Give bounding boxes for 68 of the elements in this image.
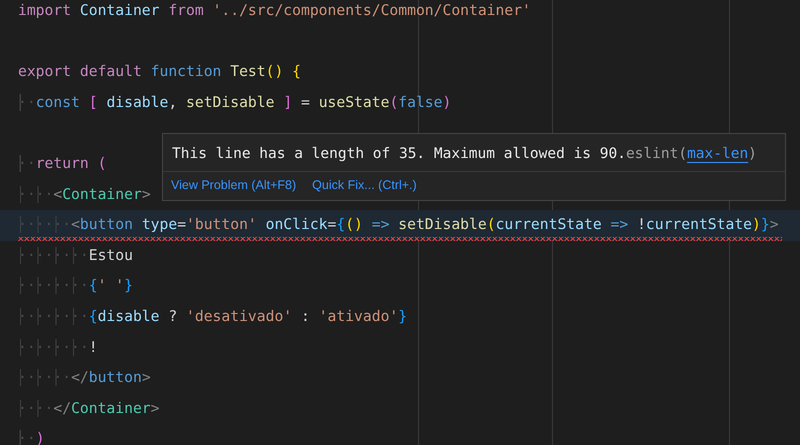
code-punctuation: < (53, 186, 62, 203)
code-identifier: disable (106, 94, 168, 111)
code-bracket: { (336, 216, 346, 234)
code-bracket: () (345, 216, 364, 234)
code-text: = (328, 216, 336, 234)
code-bracket: { (88, 277, 98, 294)
code-tag-name: Container (71, 400, 151, 417)
code-bracket: } (124, 277, 133, 294)
code-identifier: currentState (646, 216, 752, 234)
code-keyword: button (88, 369, 142, 386)
code-bracket: ( (98, 154, 106, 172)
code-keyword: const (36, 94, 81, 111)
code-string: 'desativado' (186, 308, 294, 325)
code-keyword: from (168, 2, 205, 19)
code-text: ? (168, 308, 178, 325)
code-bracket: () { (266, 63, 301, 80)
lint-message: This line has a length of 35. Maximum allowed is 90. (172, 146, 626, 162)
code-identifier: Container (80, 2, 160, 19)
code-bracket: ( (486, 216, 496, 234)
code-bracket: } (760, 216, 770, 234)
code-punctuation: > (142, 369, 151, 386)
code-bracket: } (398, 308, 408, 325)
code-string: '../src/components/Common/Container' (212, 2, 531, 19)
code-text: = (177, 216, 186, 234)
code-function: Test (230, 63, 266, 80)
code-text: , (168, 94, 178, 111)
code-string: 'ativado' (318, 308, 398, 325)
code-keyword: return (36, 154, 90, 172)
hover-action-link[interactable]: Quick Fix... (Ctrl+.) (312, 178, 417, 192)
code-identifier: onClick (266, 216, 328, 234)
code-string: 'button' (186, 216, 258, 234)
code-identifier: disable (98, 308, 160, 325)
code-text: Estou (88, 246, 133, 264)
code-string: ' ' (98, 277, 124, 294)
code-bracket: ) (752, 216, 761, 234)
hover-action-link[interactable]: View Problem (Alt+F8) (171, 178, 296, 192)
lint-source: eslint( (626, 146, 688, 162)
code-bracket: ( (389, 94, 398, 111)
rule-link[interactable]: max-len (687, 146, 748, 162)
code-keyword: function (150, 63, 222, 80)
code-keyword: => (610, 216, 630, 234)
code-tag-name: Container (62, 186, 142, 203)
code-text: = (301, 94, 311, 111)
code-function: useState (318, 94, 390, 111)
code-text: ! (88, 338, 98, 356)
code-keyword: => (372, 216, 390, 234)
code-punctuation: > (142, 186, 151, 203)
code-identifier: currentState (496, 216, 603, 234)
code-text: : (301, 308, 311, 325)
lint-source: ) (748, 146, 757, 162)
code-keyword: button (80, 216, 134, 234)
code-punctuation: </ (53, 400, 72, 417)
code-bracket: ] (283, 94, 294, 111)
code-keyword: export default (18, 63, 143, 80)
code-bracket: [ (88, 94, 99, 111)
code-function: setDisable (186, 94, 276, 111)
code-function: setDisable (398, 216, 487, 234)
code-bracket: ) (36, 430, 45, 445)
code-punctuation: > (150, 400, 160, 417)
code-keyword: false (398, 94, 442, 111)
code-text: ! (637, 216, 646, 234)
code-punctuation: </ (71, 369, 89, 386)
code-identifier: type (142, 216, 178, 234)
code-bracket: { (88, 308, 98, 325)
code-punctuation: > (770, 216, 779, 234)
code-bracket: ) (442, 94, 452, 111)
code-keyword: import (18, 2, 72, 19)
code-punctuation: < (71, 216, 80, 234)
